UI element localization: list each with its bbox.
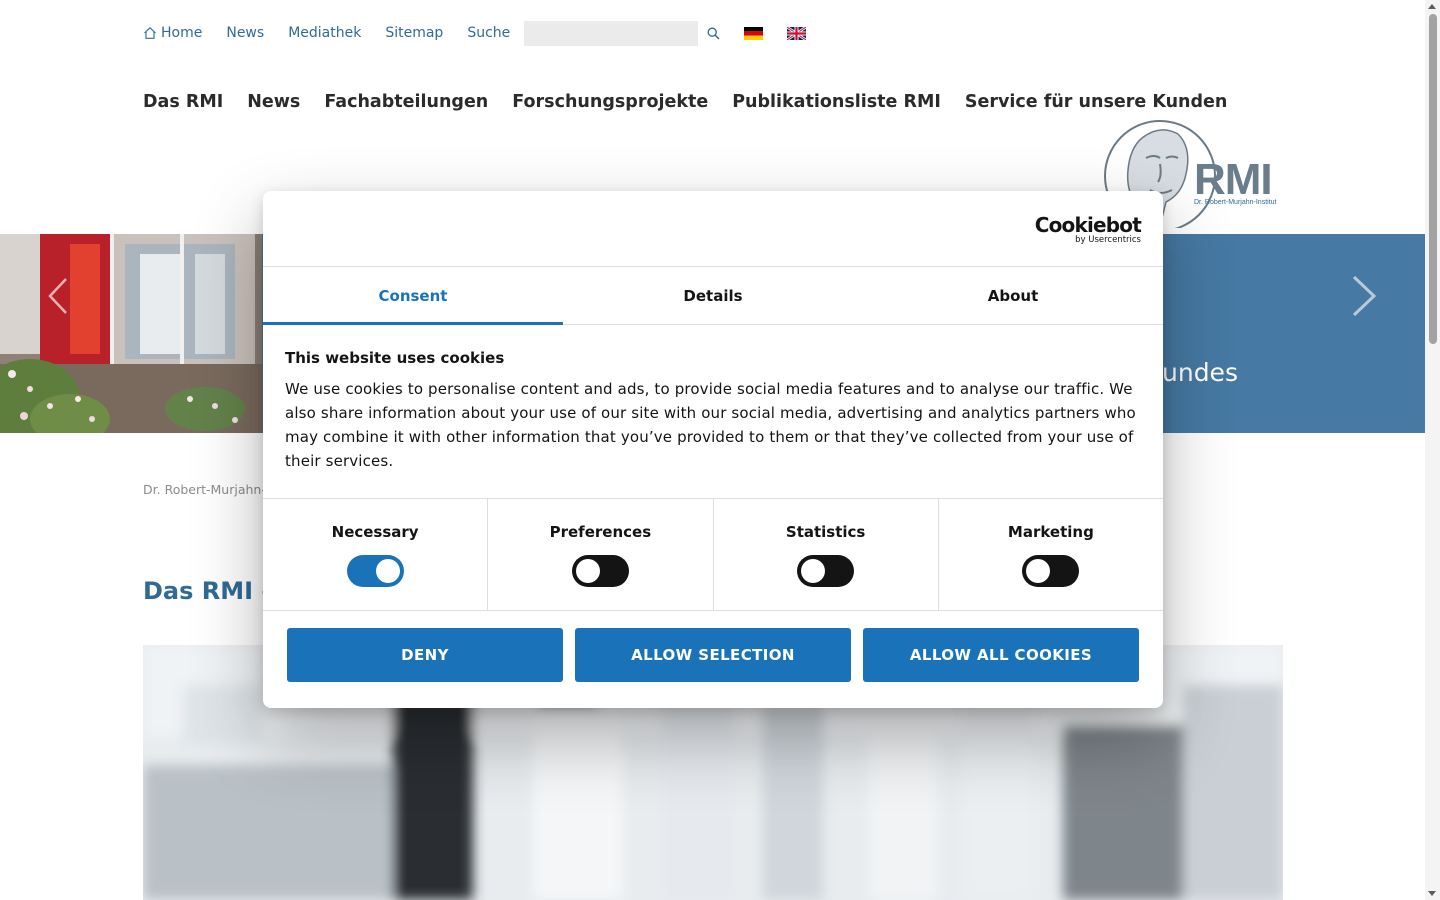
cookie-body-text: We use cookies to personalise content an… — [285, 380, 1136, 470]
mediathek-link[interactable]: Mediathek — [288, 25, 361, 41]
nav-das-rmi[interactable]: Das RMI — [143, 92, 223, 112]
cookiebot-logo: Cookiebot by Usercentrics — [1034, 213, 1142, 245]
category-marketing-label: Marketing — [1007, 523, 1094, 541]
marketing-toggle[interactable] — [1022, 555, 1080, 587]
breadcrumb[interactable]: Dr. Robert-Murjahn- — [143, 482, 268, 497]
flag-uk-icon[interactable] — [787, 26, 807, 40]
cookie-description: This website uses cookies We use cookies… — [263, 325, 1163, 499]
nav-forschungsprojekte[interactable]: Forschungsprojekte — [512, 92, 708, 112]
search-button[interactable] — [704, 24, 722, 42]
home-link-label: Home — [161, 25, 203, 41]
preferences-toggle[interactable] — [571, 555, 629, 587]
search-input[interactable] — [524, 20, 699, 46]
nav-news[interactable]: News — [247, 92, 300, 112]
logo-tagline: Dr. Robert-Murjahn-Institut — [1194, 199, 1277, 206]
cookie-heading: This website uses cookies — [285, 349, 505, 367]
toggle-knob — [801, 559, 826, 583]
utility-nav: Home News Mediathek Sitemap Suche — [143, 20, 807, 46]
chevron-right-icon[interactable] — [1346, 274, 1380, 318]
scroll-down-icon[interactable] — [1428, 891, 1436, 896]
chevron-left-icon[interactable] — [44, 276, 72, 316]
news-link[interactable]: News — [226, 25, 264, 41]
page-title: Das RMI – — [143, 577, 274, 605]
necessary-toggle[interactable] — [346, 555, 404, 587]
sitemap-link[interactable]: Sitemap — [385, 25, 443, 41]
cookie-tabs: Consent Details About — [263, 267, 1163, 325]
category-preferences: Preferences — [488, 499, 714, 610]
suche-link[interactable]: Suche — [467, 25, 510, 41]
cookie-buttons: DENY ALLOW SELECTION ALLOW ALL COOKIES — [263, 611, 1163, 682]
cookie-consent-dialog: Cookiebot by Usercentrics Consent Detail… — [263, 191, 1163, 708]
search-icon — [707, 27, 720, 40]
allow-selection-button[interactable]: ALLOW SELECTION — [575, 628, 851, 682]
cookie-dialog-header: Cookiebot by Usercentrics — [263, 191, 1163, 267]
nav-publikationsliste[interactable]: Publikationsliste RMI — [732, 92, 941, 112]
scrollbar-thumb[interactable] — [1429, 14, 1437, 344]
allow-all-cookies-button[interactable]: ALLOW ALL COOKIES — [863, 628, 1139, 682]
cookiebot-brand: Cookiebot — [1034, 213, 1142, 237]
nav-fachabteilungen[interactable]: Fachabteilungen — [324, 92, 488, 112]
page-scrollbar[interactable] — [1425, 0, 1440, 900]
category-statistics: Statistics — [714, 499, 939, 610]
nav-service[interactable]: Service für unsere Kunden — [965, 92, 1227, 112]
tab-consent[interactable]: Consent — [263, 267, 563, 325]
statistics-toggle[interactable] — [797, 555, 855, 587]
scroll-up-icon[interactable] — [1428, 4, 1436, 9]
category-necessary: Necessary — [263, 499, 489, 610]
deny-button[interactable]: DENY — [287, 628, 563, 682]
toggle-knob — [375, 559, 400, 583]
tab-about[interactable]: About — [863, 267, 1163, 324]
hero-building-photo — [0, 234, 262, 433]
hero-caption: undes — [1162, 358, 1238, 387]
main-nav: Das RMI News Fachabteilungen Forschungsp… — [143, 92, 1251, 112]
home-link[interactable]: Home — [143, 25, 202, 41]
toggle-knob — [1026, 559, 1051, 583]
home-icon — [144, 27, 156, 39]
cookie-categories: Necessary Preferences Statistics Marketi… — [263, 499, 1163, 611]
category-preferences-label: Preferences — [549, 523, 652, 541]
logo-mark: RMI — [1194, 155, 1272, 204]
category-statistics-label: Statistics — [785, 523, 866, 541]
category-marketing: Marketing — [939, 499, 1163, 610]
flag-de-icon[interactable] — [744, 26, 764, 40]
category-necessary-label: Necessary — [331, 523, 419, 541]
tab-details[interactable]: Details — [563, 267, 863, 324]
toggle-knob — [575, 559, 600, 583]
